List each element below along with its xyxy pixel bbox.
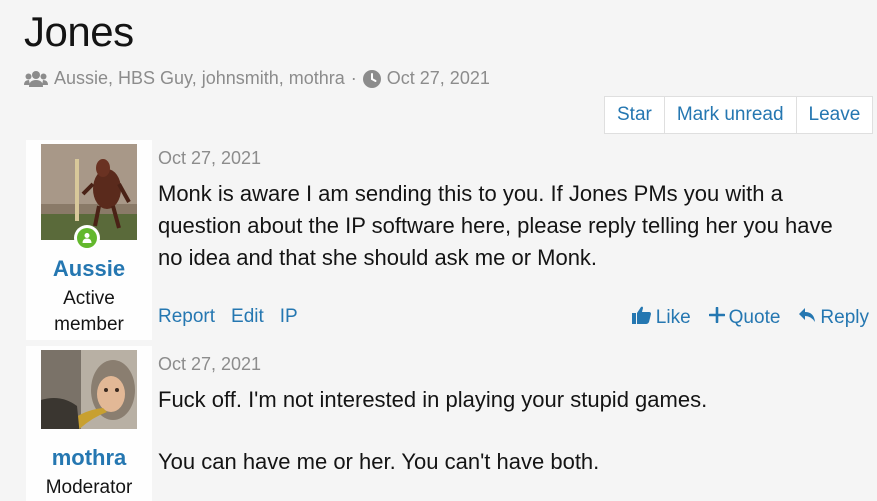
users-icon (24, 70, 48, 88)
user-online-icon (77, 228, 97, 248)
message-paragraph: You can have me or her. You can't have b… (158, 449, 600, 474)
message-date[interactable]: Oct 27, 2021 (158, 148, 261, 169)
message-body: Oct 27, 2021 Fuck off. I'm not intereste… (152, 346, 877, 501)
message-paragraph: Monk is aware I am sending this to you. … (158, 181, 833, 270)
user-info: Aussie Active member (26, 140, 152, 340)
message-footer-left: Report Edit IP (158, 306, 298, 328)
message-text: Monk is aware I am sending this to you. … (158, 178, 848, 304)
online-indicator (74, 225, 100, 251)
thumbs-up-icon (631, 306, 652, 330)
reply-icon (798, 307, 816, 329)
thread-title: Jones (24, 8, 134, 55)
message-body: Oct 27, 2021 Monk is aware I am sending … (152, 140, 877, 340)
message: mothra Moderator Oct 27, 2021 Fuck off. … (26, 346, 877, 501)
thread-meta: Aussie, HBS Guy, johnsmith, mothra · Oct… (24, 68, 490, 89)
user-title: Moderator (45, 477, 133, 498)
message-paragraph: Fuck off. I'm not interested in playing … (158, 387, 708, 412)
message-date[interactable]: Oct 27, 2021 (158, 354, 261, 375)
plus-icon (708, 306, 725, 329)
edit-link[interactable]: Edit (231, 306, 264, 328)
quote-label: Quote (728, 307, 781, 328)
mark-unread-button[interactable]: Mark unread (665, 97, 797, 133)
participants-list[interactable]: Aussie, HBS Guy, johnsmith, mothra (54, 68, 345, 89)
like-button[interactable]: Like (631, 306, 691, 330)
meta-separator: · (350, 68, 357, 88)
like-label: Like (655, 307, 691, 328)
message: Aussie Active member Oct 27, 2021 Monk i… (26, 140, 877, 340)
star-button[interactable]: Star (605, 97, 665, 133)
thread-actions: Star Mark unread Leave (604, 96, 874, 134)
ip-link[interactable]: IP (280, 306, 298, 328)
username[interactable]: Aussie (53, 256, 125, 282)
username[interactable]: mothra (52, 445, 127, 471)
clock-icon (362, 69, 381, 88)
report-link[interactable]: Report (158, 306, 215, 328)
avatar[interactable] (41, 350, 137, 429)
quote-button[interactable]: Quote (708, 306, 781, 329)
message-footer-right: Like Quote Reply (631, 306, 869, 330)
user-title: Active member (54, 288, 124, 335)
thread-date: Oct 27, 2021 (386, 68, 490, 88)
reply-label: Reply (820, 307, 869, 328)
user-info: mothra Moderator (26, 346, 152, 501)
message-text: Fuck off. I'm not interested in playing … (158, 384, 848, 501)
reply-button[interactable]: Reply (798, 307, 869, 329)
leave-button[interactable]: Leave (797, 97, 873, 133)
